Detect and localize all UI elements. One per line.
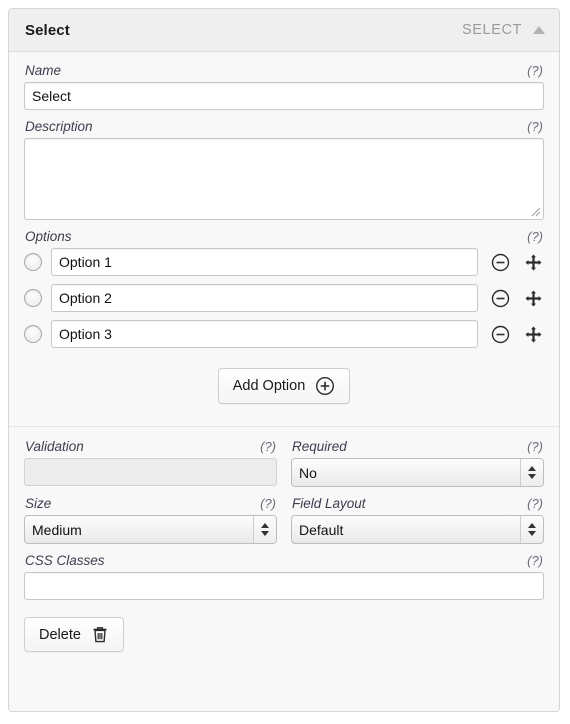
delete-label: Delete (39, 627, 81, 643)
options-label-row: Options (?) (24, 229, 544, 244)
add-option-row: Add Option (24, 368, 544, 404)
move-arrows-icon[interactable] (522, 251, 544, 273)
panel-header-right: SELECT (462, 22, 545, 38)
option-row (24, 320, 544, 348)
description-field-group: Description (?) (24, 119, 544, 220)
options-field-group: Options (?) (24, 229, 544, 348)
add-option-label: Add Option (233, 378, 306, 394)
circle-minus-icon[interactable] (489, 287, 511, 309)
name-input[interactable] (24, 82, 544, 110)
size-layout-row: Size (?) Medium Field Layout (?) (24, 496, 544, 544)
option-input[interactable] (51, 320, 478, 348)
description-label: Description (25, 119, 93, 134)
option-input[interactable] (51, 248, 478, 276)
delete-row: Delete (24, 617, 544, 652)
name-label-row: Name (?) (24, 63, 544, 78)
required-help-icon[interactable]: (?) (527, 439, 543, 454)
name-field-group: Name (?) (24, 63, 544, 110)
size-select[interactable]: Medium (24, 515, 277, 544)
section-divider (9, 426, 559, 427)
option-radio[interactable] (24, 325, 42, 343)
circle-plus-icon (315, 376, 335, 396)
size-help-icon[interactable]: (?) (260, 496, 276, 511)
size-label-row: Size (?) (24, 496, 277, 511)
validation-help-icon[interactable]: (?) (260, 439, 276, 454)
triangle-up-icon[interactable] (533, 26, 545, 34)
description-textarea[interactable] (24, 138, 544, 220)
required-select-wrap: No (291, 458, 544, 487)
option-input[interactable] (51, 284, 478, 312)
circle-minus-icon[interactable] (489, 323, 511, 345)
required-label: Required (292, 439, 347, 454)
css-classes-input[interactable] (24, 572, 544, 600)
move-arrows-icon[interactable] (522, 287, 544, 309)
required-field-group: Required (?) No (291, 439, 544, 487)
description-label-row: Description (?) (24, 119, 544, 134)
required-label-row: Required (?) (291, 439, 544, 454)
size-select-wrap: Medium (24, 515, 277, 544)
description-textarea-wrap (24, 138, 544, 220)
page-title: Select (25, 22, 70, 39)
options-label: Options (25, 229, 72, 244)
field-layout-select[interactable]: Default (291, 515, 544, 544)
trash-icon (91, 625, 109, 644)
options-help-icon[interactable]: (?) (527, 229, 543, 244)
validation-field-group: Validation (?) (24, 439, 277, 487)
field-layout-label: Field Layout (292, 496, 366, 511)
required-select[interactable]: No (291, 458, 544, 487)
move-arrows-icon[interactable] (522, 323, 544, 345)
delete-button[interactable]: Delete (24, 617, 124, 652)
css-classes-field-group: CSS Classes (?) (24, 553, 544, 600)
field-layout-field-group: Field Layout (?) Default (291, 496, 544, 544)
description-help-icon[interactable]: (?) (527, 119, 543, 134)
validation-required-row: Validation (?) Required (?) No (24, 439, 544, 487)
field-layout-help-icon[interactable]: (?) (527, 496, 543, 511)
size-label: Size (25, 496, 51, 511)
css-classes-help-icon[interactable]: (?) (527, 553, 543, 568)
field-layout-label-row: Field Layout (?) (291, 496, 544, 511)
add-option-button[interactable]: Add Option (218, 368, 351, 404)
css-classes-label-row: CSS Classes (?) (24, 553, 544, 568)
validation-label: Validation (25, 439, 84, 454)
size-field-group: Size (?) Medium (24, 496, 277, 544)
validation-input (24, 458, 277, 486)
option-row (24, 248, 544, 276)
option-radio[interactable] (24, 289, 42, 307)
field-layout-select-wrap: Default (291, 515, 544, 544)
validation-label-row: Validation (?) (24, 439, 277, 454)
name-help-icon[interactable]: (?) (527, 63, 543, 78)
circle-minus-icon[interactable] (489, 251, 511, 273)
panel-body: Name (?) Description (?) Options (?) (9, 52, 559, 712)
field-type-label: SELECT (462, 22, 522, 38)
option-row (24, 284, 544, 312)
option-radio[interactable] (24, 253, 42, 271)
name-label: Name (25, 63, 61, 78)
field-settings-panel: Select SELECT Name (?) Description (?) (8, 8, 560, 712)
panel-header[interactable]: Select SELECT (9, 9, 559, 52)
css-classes-label: CSS Classes (25, 553, 105, 568)
